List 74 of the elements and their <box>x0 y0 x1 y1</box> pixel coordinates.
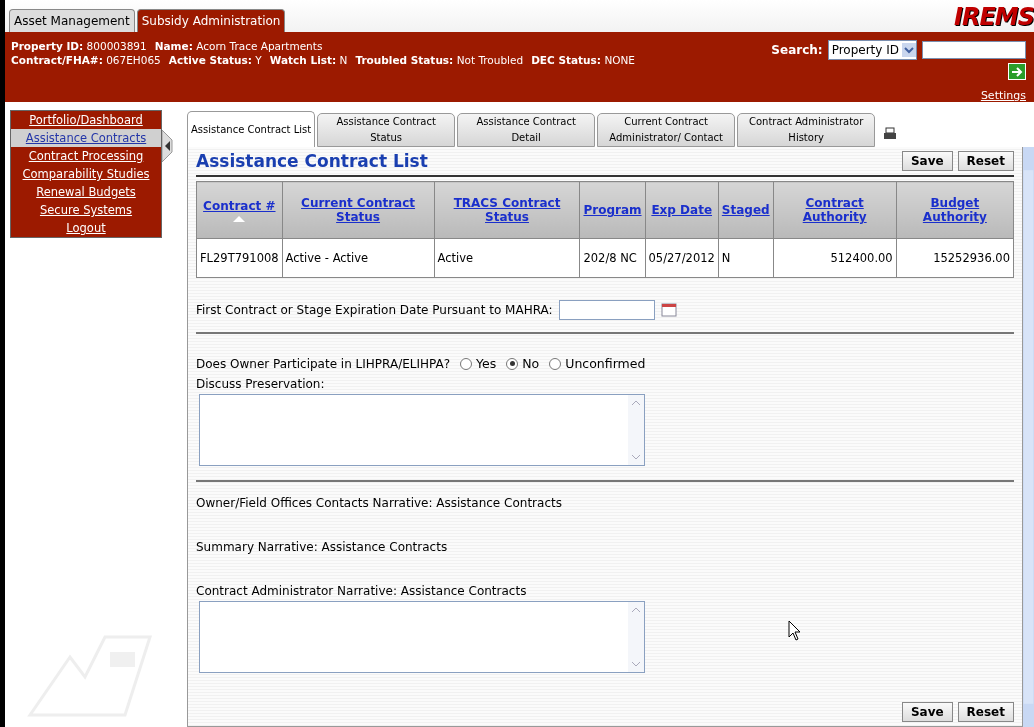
search-type-select[interactable]: Property ID <box>827 40 917 60</box>
column-header-link[interactable]: Program <box>583 203 642 217</box>
column-header-link[interactable]: TRACS Contract Status <box>437 196 577 224</box>
header-field: DEC Status: NONE <box>531 54 635 66</box>
table-cell: Active - Active <box>282 238 435 278</box>
narrative-heading: Summary Narrative: Assistance Contracts <box>196 540 449 554</box>
radio-label: Unconfirmed <box>565 356 646 371</box>
text-area[interactable] <box>199 394 645 466</box>
cursor-icon <box>788 620 802 642</box>
sidebar-item[interactable]: Portfolio/Dashboard <box>11 111 161 129</box>
radio-button[interactable] <box>506 357 519 370</box>
field-label: Discuss Preservation: <box>196 377 326 391</box>
question-label: Does Owner Participate in LIHPRA/ELIHPA? <box>196 356 451 371</box>
radio-option[interactable]: Unconfirmed <box>549 356 646 371</box>
sidebar-item[interactable]: Assistance Contracts <box>11 129 161 147</box>
sidebar-item[interactable]: Renewal Budgets <box>11 183 161 201</box>
sidebar-item[interactable]: Logout <box>11 219 161 237</box>
table-cell: 15252936.00 <box>896 238 1014 278</box>
table-cell: N <box>718 238 774 278</box>
radio-label: No <box>522 356 540 371</box>
calendar-icon[interactable] <box>660 303 677 317</box>
column-header-link[interactable]: Current Contract Status <box>285 196 431 224</box>
narrative-heading: Contract Administrator Narrative: Assistance Contracts <box>196 584 528 598</box>
narrative-heading: Owner/Field Offices Contacts Narrative: Assistance Contracts <box>196 496 563 510</box>
table-cell: 512400.00 <box>773 238 897 278</box>
action-button[interactable]: Reset <box>957 151 1014 171</box>
collapse-icon[interactable] <box>162 130 173 162</box>
column-header-link[interactable]: Budget Authority <box>899 196 1010 224</box>
app-tab[interactable]: Asset Management <box>9 9 135 32</box>
tab[interactable]: Assistance Contract Detail <box>457 113 596 147</box>
app-tab[interactable]: Subsidy Administration <box>136 9 286 32</box>
scrollbar[interactable] <box>1023 147 1034 727</box>
column-header-link[interactable]: Staged <box>721 203 770 217</box>
search-field[interactable] <box>922 41 1026 59</box>
header-field: Contract/FHA#: 067EH065 <box>11 54 161 66</box>
radio-label: Yes <box>476 356 497 371</box>
radio-button[interactable] <box>460 357 473 370</box>
sidebar-item[interactable]: Contract Processing <box>11 147 161 165</box>
logo: IREMS <box>954 4 1034 30</box>
tab[interactable]: Assistance Contract List <box>187 111 316 147</box>
header-field: Watch List: N <box>269 54 348 66</box>
page-title: Assistance Contract List <box>196 151 428 171</box>
field-label: First Contract or Stage Expiration Date Pursuant to MAHRA: <box>196 303 553 317</box>
table-cell: Active <box>434 238 580 278</box>
scrollbar[interactable] <box>628 395 644 465</box>
settings-link[interactable]: Settings <box>980 89 1026 102</box>
radio-option[interactable]: No <box>506 356 540 371</box>
header-field: Active Status: Y <box>168 54 262 66</box>
radio-option[interactable]: Yes <box>460 356 497 371</box>
action-button[interactable]: Save <box>901 702 953 722</box>
header-field: Troubled Status: Not Troubled <box>355 54 524 66</box>
table-cell: 05/27/2012 <box>645 238 719 278</box>
table-cell: FL29T791008 <box>196 238 283 278</box>
date-field[interactable] <box>558 300 655 320</box>
text-area[interactable] <box>199 601 645 673</box>
column-header-link[interactable]: Exp Date <box>651 203 712 217</box>
printer-icon[interactable] <box>883 127 898 141</box>
search-label: Search: <box>771 43 823 57</box>
header-field: Property ID: 800003891 <box>11 40 147 52</box>
tab[interactable]: Assistance Contract Status <box>317 113 456 147</box>
radio-button[interactable] <box>549 357 562 370</box>
tab[interactable]: Contract Administrator History <box>737 113 876 147</box>
header-field: Name: Acorn Trace Apartments <box>154 40 323 52</box>
scrollbar[interactable] <box>628 602 644 672</box>
column-header-link[interactable]: Contract # <box>203 198 276 213</box>
table-cell: 202/8 NC <box>579 238 646 278</box>
column-header-link[interactable]: Contract Authority <box>776 196 893 224</box>
caret-icon[interactable] <box>902 43 916 57</box>
action-button[interactable]: Reset <box>957 702 1014 722</box>
action-button[interactable]: Save <box>901 151 953 171</box>
tab[interactable]: Current Contract Administrator/ Contact <box>597 113 736 147</box>
sidebar-item[interactable]: Secure Systems <box>11 201 161 219</box>
go-button[interactable] <box>1008 63 1026 80</box>
sidebar-item[interactable]: Comparability Studies <box>11 165 161 183</box>
